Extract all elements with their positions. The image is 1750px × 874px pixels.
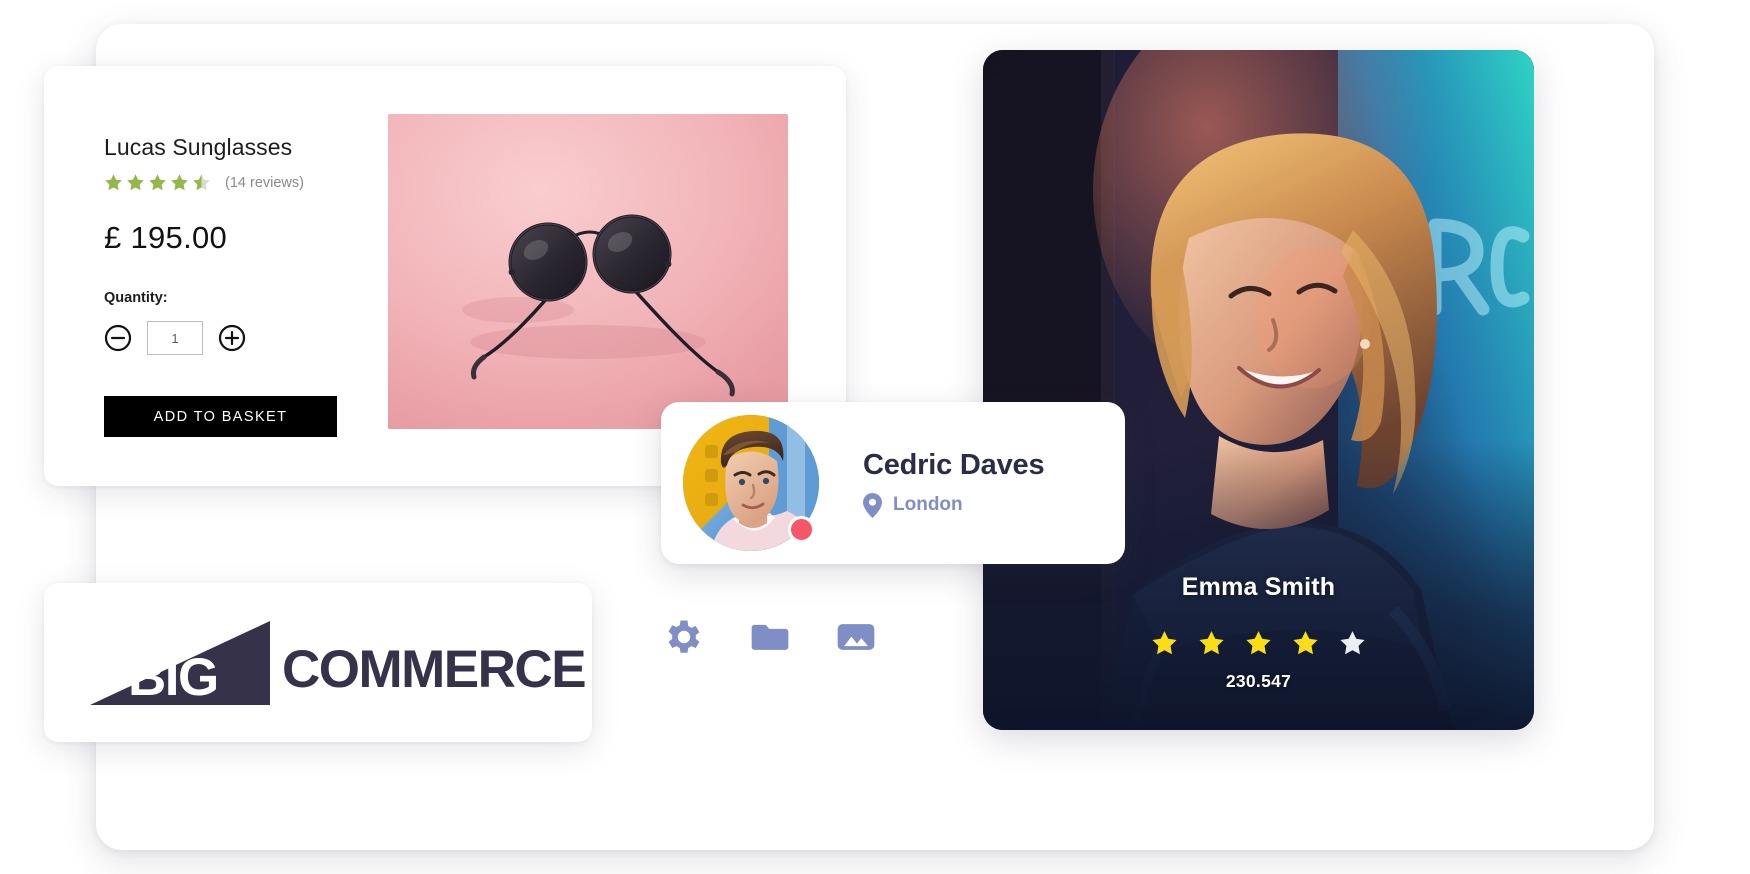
- star-icon: [1152, 631, 1177, 655]
- quantity-input[interactable]: [147, 321, 203, 355]
- reviews-count: (14 reviews): [225, 174, 304, 191]
- quantity-label: Quantity:: [104, 290, 168, 306]
- logo-word-text: COMMERCE: [282, 640, 587, 699]
- product-photo: [388, 114, 788, 429]
- star-half-icon: [193, 174, 210, 191]
- photo-rating: [983, 629, 1534, 658]
- contact-details: Cedric Daves London: [863, 448, 1045, 518]
- image-icon[interactable]: [834, 615, 878, 659]
- star-icon: [149, 174, 166, 191]
- product-info: Lucas Sunglasses (14 reviews) £ 195.00 Q…: [104, 134, 404, 355]
- icon-toolbar: [662, 615, 878, 659]
- minus-circle-icon[interactable]: [104, 324, 132, 352]
- photo-rating-count: 230.547: [1225, 671, 1292, 691]
- star-empty-icon: [1340, 631, 1365, 655]
- gear-icon[interactable]: [662, 615, 706, 659]
- avatar-wrapper: [683, 415, 819, 551]
- product-rating: (14 reviews): [104, 173, 404, 192]
- brand-logo-card: BIG COMMERCE: [44, 583, 592, 742]
- star-icon: [127, 174, 144, 191]
- logo-mark-text: BIG: [128, 648, 218, 707]
- contact-location: London: [893, 494, 963, 515]
- star-icon: [105, 174, 122, 191]
- photo-profile-name: Emma Smith: [1181, 573, 1336, 601]
- screenshot-stage: Lucas Sunglasses (14 reviews) £ 195.00 Q…: [0, 0, 1750, 874]
- star-icon: [1246, 631, 1271, 655]
- star-icon: [1293, 631, 1318, 655]
- bigcommerce-logo: BIG COMMERCE: [90, 617, 587, 709]
- sunglasses-illustration: [388, 114, 788, 429]
- star-icon: [1199, 631, 1224, 655]
- contact-name: Cedric Daves: [863, 448, 1045, 481]
- folder-icon[interactable]: [748, 615, 792, 659]
- add-to-basket-button[interactable]: ADD TO BASKET: [104, 396, 337, 437]
- product-title: Lucas Sunglasses: [104, 134, 293, 160]
- product-price: £ 195.00: [104, 220, 228, 255]
- quantity-stepper: [104, 321, 404, 355]
- plus-circle-icon[interactable]: [218, 324, 246, 352]
- emma-smith-photo: [983, 50, 1534, 730]
- online-status-dot: [788, 516, 815, 543]
- star-icon: [171, 174, 188, 191]
- profile-photo-card: Emma Smith 230.547: [983, 50, 1534, 730]
- contact-card[interactable]: Cedric Daves London: [661, 402, 1125, 564]
- map-pin-icon: [863, 492, 882, 518]
- contact-location-row: London: [863, 492, 1044, 518]
